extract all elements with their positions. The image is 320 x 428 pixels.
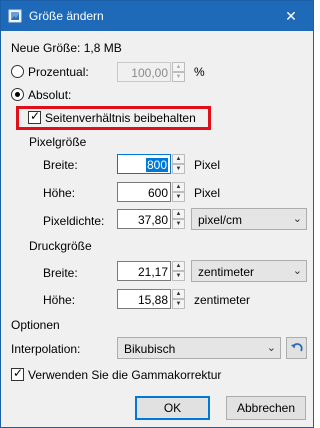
- pixel-width-unit: Pixel: [194, 158, 221, 172]
- pixel-width-label: Breite:: [43, 158, 78, 172]
- interpolation-label: Interpolation:: [11, 342, 81, 356]
- chevron-down-icon: ⌄: [292, 265, 302, 277]
- pixel-density-label: Pixeldichte:: [43, 214, 105, 228]
- absolute-label: Absolut:: [28, 88, 72, 102]
- spin-up-icon[interactable]: ▲: [172, 62, 185, 72]
- title-bar: Größe ändern ✕: [1, 1, 313, 31]
- absolute-radio[interactable]: [11, 88, 24, 101]
- spin-down-icon[interactable]: ▼: [172, 72, 185, 82]
- pixel-size-heading: Pixelgröße: [29, 135, 87, 149]
- spin-up-icon[interactable]: ▲: [172, 182, 185, 192]
- pixel-height-unit: Pixel: [194, 186, 221, 200]
- spin-up-icon[interactable]: ▲: [172, 261, 185, 271]
- percent-label: Prozentual:: [28, 65, 89, 79]
- pixel-height-spinner[interactable]: ▲ ▼: [172, 182, 185, 202]
- gamma-checkbox[interactable]: ✓: [11, 366, 24, 381]
- cancel-label: Abbrechen: [236, 401, 296, 415]
- ok-button[interactable]: OK: [135, 396, 210, 420]
- percent-value: 100,00: [131, 66, 168, 80]
- spin-down-icon[interactable]: ▼: [172, 164, 185, 174]
- options-heading: Optionen: [11, 318, 60, 332]
- print-width-label: Breite:: [43, 266, 78, 280]
- print-height-input[interactable]: 15,88: [117, 289, 171, 309]
- print-height-label: Höhe:: [43, 293, 76, 307]
- chevron-down-icon: ⌄: [292, 213, 302, 225]
- print-width-value: 21,17: [137, 265, 168, 279]
- pixel-density-spinner[interactable]: ▲ ▼: [172, 209, 185, 229]
- resize-dialog: Größe ändern ✕ Neue Größe: 1,8 MB Prozen…: [0, 0, 314, 428]
- spin-up-icon[interactable]: ▲: [172, 209, 185, 219]
- aspect-checkbox[interactable]: ✓: [28, 109, 41, 124]
- print-size-heading: Druckgröße: [29, 239, 92, 253]
- chevron-down-icon: ⌄: [266, 342, 276, 354]
- print-height-unit: zentimeter: [194, 293, 251, 307]
- percent-unit: %: [194, 65, 205, 79]
- spin-down-icon[interactable]: ▼: [172, 271, 185, 281]
- percent-input[interactable]: 100,00: [117, 62, 171, 82]
- percent-radio[interactable]: [11, 65, 24, 78]
- pixel-density-unit-dropdown[interactable]: pixel/cm ⌄: [191, 208, 307, 230]
- ok-label: OK: [163, 401, 182, 415]
- cancel-button[interactable]: Abbrechen: [226, 396, 306, 420]
- undo-icon: [290, 343, 303, 352]
- new-size-label: Neue Größe: 1,8 MB: [11, 41, 122, 55]
- print-width-unit: zentimeter: [198, 265, 255, 279]
- print-height-spinner[interactable]: ▲ ▼: [172, 289, 185, 309]
- print-width-spinner[interactable]: ▲ ▼: [172, 261, 185, 281]
- print-width-unit-dropdown[interactable]: zentimeter ⌄: [191, 260, 307, 282]
- pixel-height-label: Höhe:: [43, 186, 76, 200]
- pixel-height-value: 600: [147, 186, 168, 200]
- app-icon: [8, 9, 22, 23]
- print-width-input[interactable]: 21,17: [117, 261, 171, 281]
- spin-up-icon[interactable]: ▲: [172, 289, 185, 299]
- gamma-label: Verwenden Sie die Gammakorrektur: [28, 368, 222, 382]
- window-title: Größe ändern: [29, 9, 104, 23]
- pixel-density-input[interactable]: 37,80: [117, 209, 171, 229]
- reset-interpolation-button[interactable]: [286, 337, 307, 359]
- pixel-density-unit: pixel/cm: [198, 213, 243, 227]
- interpolation-dropdown[interactable]: Bikubisch ⌄: [117, 337, 281, 359]
- spin-down-icon[interactable]: ▼: [172, 219, 185, 229]
- close-icon: ✕: [285, 7, 297, 24]
- pixel-width-value: 800: [145, 158, 168, 172]
- spin-up-icon[interactable]: ▲: [172, 154, 185, 164]
- pixel-width-input[interactable]: 800: [117, 154, 171, 174]
- spin-down-icon[interactable]: ▼: [172, 192, 185, 202]
- interpolation-value: Bikubisch: [124, 342, 176, 356]
- close-button[interactable]: ✕: [269, 1, 313, 31]
- spin-down-icon[interactable]: ▼: [172, 299, 185, 309]
- aspect-label: Seitenverhältnis beibehalten: [45, 111, 196, 125]
- percent-spinner[interactable]: ▲ ▼: [172, 62, 185, 82]
- pixel-height-input[interactable]: 600: [117, 182, 171, 202]
- print-height-value: 15,88: [137, 293, 168, 307]
- pixel-density-value: 37,80: [137, 213, 168, 227]
- pixel-width-spinner[interactable]: ▲ ▼: [172, 154, 185, 174]
